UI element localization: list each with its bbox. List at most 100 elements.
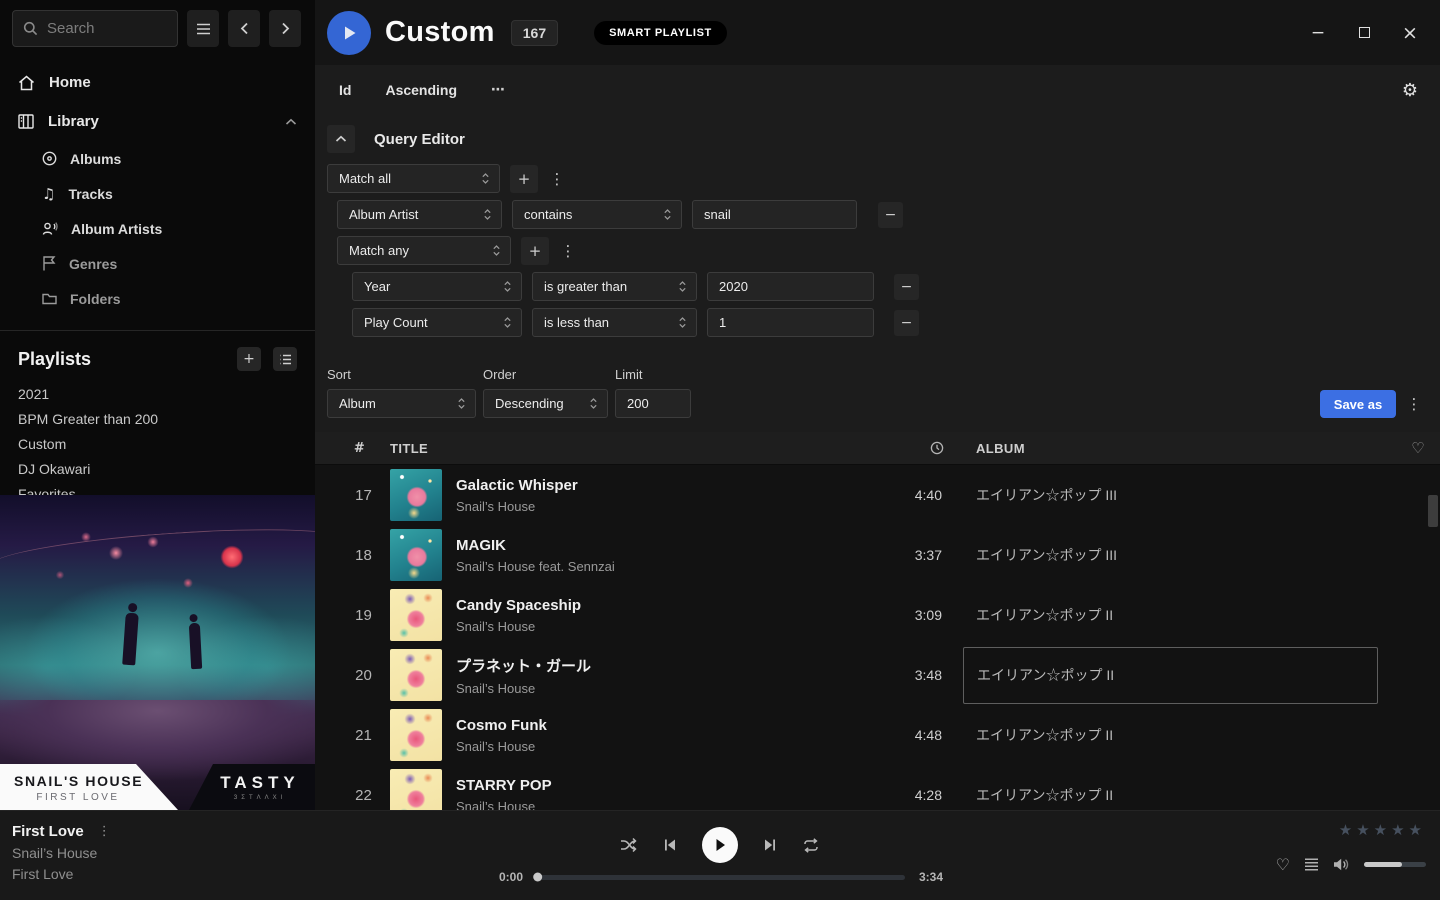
rule-op-select[interactable]: is less than xyxy=(532,308,697,337)
track-title[interactable]: Candy Spaceship xyxy=(456,597,866,614)
track-album[interactable]: エイリアン☆ポップ III xyxy=(976,525,1396,585)
table-row[interactable]: 19 Candy SpaceshipSnail’s House 3:09 エイリ… xyxy=(315,585,1440,645)
shuffle-button[interactable] xyxy=(620,837,638,853)
rule-field-select[interactable]: Album Artist xyxy=(337,200,502,229)
collapse-query-button[interactable] xyxy=(327,125,355,153)
rule-field-select[interactable]: Play Count xyxy=(352,308,522,337)
search-box[interactable] xyxy=(12,10,178,47)
maximize-button[interactable] xyxy=(1354,27,1374,38)
now-playing-album[interactable]: First Love xyxy=(12,866,111,882)
table-header: # TITLE ALBUM ♡ xyxy=(315,432,1440,465)
previous-button[interactable] xyxy=(663,838,677,852)
sidebar-item-tracks[interactable]: ♫ Tracks xyxy=(0,176,315,211)
group-menu-button[interactable]: ⋮ xyxy=(559,242,577,260)
sidebar-item-library[interactable]: Library xyxy=(0,102,315,141)
column-number[interactable]: # xyxy=(315,441,390,456)
table-row[interactable]: 17 Galactic WhisperSnail’s House 4:40 エイ… xyxy=(315,465,1440,525)
track-title[interactable]: Galactic Whisper xyxy=(456,477,866,494)
add-rule-button[interactable]: + xyxy=(521,237,549,265)
sidebar-item-album-artists[interactable]: Album Artists xyxy=(0,211,315,246)
remove-rule-button[interactable]: − xyxy=(894,274,919,300)
rating-stars[interactable]: ★★★★★ xyxy=(1339,821,1426,839)
repeat-button[interactable] xyxy=(802,838,820,853)
search-input[interactable] xyxy=(47,20,157,37)
rule-field-select[interactable]: Year xyxy=(352,272,522,301)
rule-value-input[interactable] xyxy=(707,272,874,301)
forward-button[interactable] xyxy=(269,10,301,47)
table-row[interactable]: 21 Cosmo FunkSnail’s House 4:48 エイリアン☆ポッ… xyxy=(315,705,1440,765)
order-label: Order xyxy=(483,367,608,382)
playlist-item[interactable]: BPM Greater than 200 xyxy=(0,406,315,431)
sidebar-item-genres[interactable]: Genres xyxy=(0,246,315,281)
column-title[interactable]: TITLE xyxy=(390,441,886,456)
track-title[interactable]: プラネット・ガール xyxy=(456,655,866,676)
more-options[interactable]: ⋯ xyxy=(491,82,505,98)
now-playing-artist[interactable]: Snail’s House xyxy=(12,845,111,861)
volume-slider[interactable] xyxy=(1364,862,1426,867)
playlist-list-button[interactable] xyxy=(273,347,297,371)
next-button[interactable] xyxy=(763,838,777,852)
favorite-button heart-icon[interactable]: ♡ xyxy=(1276,855,1290,874)
volume-button[interactable] xyxy=(1333,857,1350,872)
rule-value-input[interactable] xyxy=(707,308,874,337)
queue-button[interactable] xyxy=(1304,858,1319,871)
now-playing-menu-button[interactable]: ⋮ xyxy=(98,824,111,839)
sidebar-item-folders[interactable]: Folders xyxy=(0,281,315,316)
match-select[interactable]: Match any xyxy=(337,236,511,265)
track-album[interactable]: エイリアン☆ポップ II xyxy=(976,705,1396,765)
sort-direction[interactable]: Ascending xyxy=(385,82,457,98)
playlist-item[interactable]: 2021 xyxy=(0,381,315,406)
now-playing-cover[interactable]: SNAIL'S HOUSE FIRST LOVE TASTY ЗΣTΛΛXI xyxy=(0,495,315,810)
column-album[interactable]: ALBUM xyxy=(976,441,1396,456)
group-menu-button[interactable]: ⋮ xyxy=(548,170,566,188)
order-select[interactable]: Descending xyxy=(483,389,608,418)
scrollbar-thumb[interactable] xyxy=(1428,495,1438,527)
playlist-item[interactable]: Custom xyxy=(0,431,315,456)
minimize-button[interactable]: − xyxy=(1308,23,1328,43)
track-album[interactable]: エイリアン☆ポップ III xyxy=(976,465,1396,525)
play-pause-button[interactable] xyxy=(702,827,738,863)
track-artist[interactable]: Snail’s House feat. Sennzai xyxy=(456,559,866,574)
remove-rule-button[interactable]: − xyxy=(894,310,919,336)
cover-label-banner: TASTY ЗΣTΛΛXI xyxy=(189,764,315,810)
menu-button[interactable] xyxy=(187,10,219,47)
sort-select[interactable]: Album xyxy=(327,389,476,418)
play-playlist-button[interactable] xyxy=(327,11,371,55)
limit-input[interactable] xyxy=(615,389,691,418)
seek-handle[interactable] xyxy=(533,873,542,882)
sort-field[interactable]: Id xyxy=(339,82,351,98)
remove-rule-button[interactable]: − xyxy=(878,202,903,228)
save-menu-button[interactable]: ⋮ xyxy=(1405,395,1423,413)
rule-op-select[interactable]: contains xyxy=(512,200,682,229)
table-row[interactable]: 20 プラネット・ガールSnail’s House 3:48 エイリアン☆ポップ… xyxy=(315,645,1440,705)
column-favorite heart-icon[interactable]: ♡ xyxy=(1396,439,1440,457)
track-artist[interactable]: Snail’s House xyxy=(456,499,866,514)
rule-value-input[interactable] xyxy=(692,200,857,229)
track-title[interactable]: STARRY POP xyxy=(456,777,866,794)
column-duration[interactable] xyxy=(886,441,976,455)
close-button[interactable]: × xyxy=(1400,22,1420,44)
add-rule-button[interactable]: + xyxy=(510,165,538,193)
sidebar-item-albums[interactable]: Albums xyxy=(0,141,315,176)
main-content: Custom 167 SMART PLAYLIST − × Id Ascendi… xyxy=(315,0,1440,810)
table-row[interactable]: 18 MAGIKSnail’s House feat. Sennzai 3:37… xyxy=(315,525,1440,585)
sidebar-item-home[interactable]: Home xyxy=(0,63,315,102)
match-select[interactable]: Match all xyxy=(327,164,500,193)
playlist-item[interactable]: DJ Okawari xyxy=(0,456,315,481)
track-title[interactable]: Cosmo Funk xyxy=(456,717,866,734)
track-artist[interactable]: Snail’s House xyxy=(456,619,866,634)
cover-artist-banner: SNAIL'S HOUSE FIRST LOVE xyxy=(0,764,178,810)
seek-bar[interactable] xyxy=(535,875,905,880)
save-as-button[interactable]: Save as xyxy=(1320,390,1396,418)
track-artist[interactable]: Snail’s House xyxy=(456,681,866,696)
track-artist[interactable]: Snail’s House xyxy=(456,739,866,754)
track-album-focused[interactable]: エイリアン☆ポップ II xyxy=(963,647,1378,704)
add-playlist-button[interactable]: + xyxy=(237,347,261,371)
track-album[interactable]: エイリアン☆ポップ II xyxy=(976,585,1396,645)
track-title[interactable]: MAGIK xyxy=(456,537,866,554)
rule-op-select[interactable]: is greater than xyxy=(532,272,697,301)
chevron-up-icon[interactable] xyxy=(285,118,297,126)
sidebar-item-label: Library xyxy=(48,113,99,130)
gear-icon[interactable]: ⚙ xyxy=(1402,80,1418,101)
back-button[interactable] xyxy=(228,10,260,47)
